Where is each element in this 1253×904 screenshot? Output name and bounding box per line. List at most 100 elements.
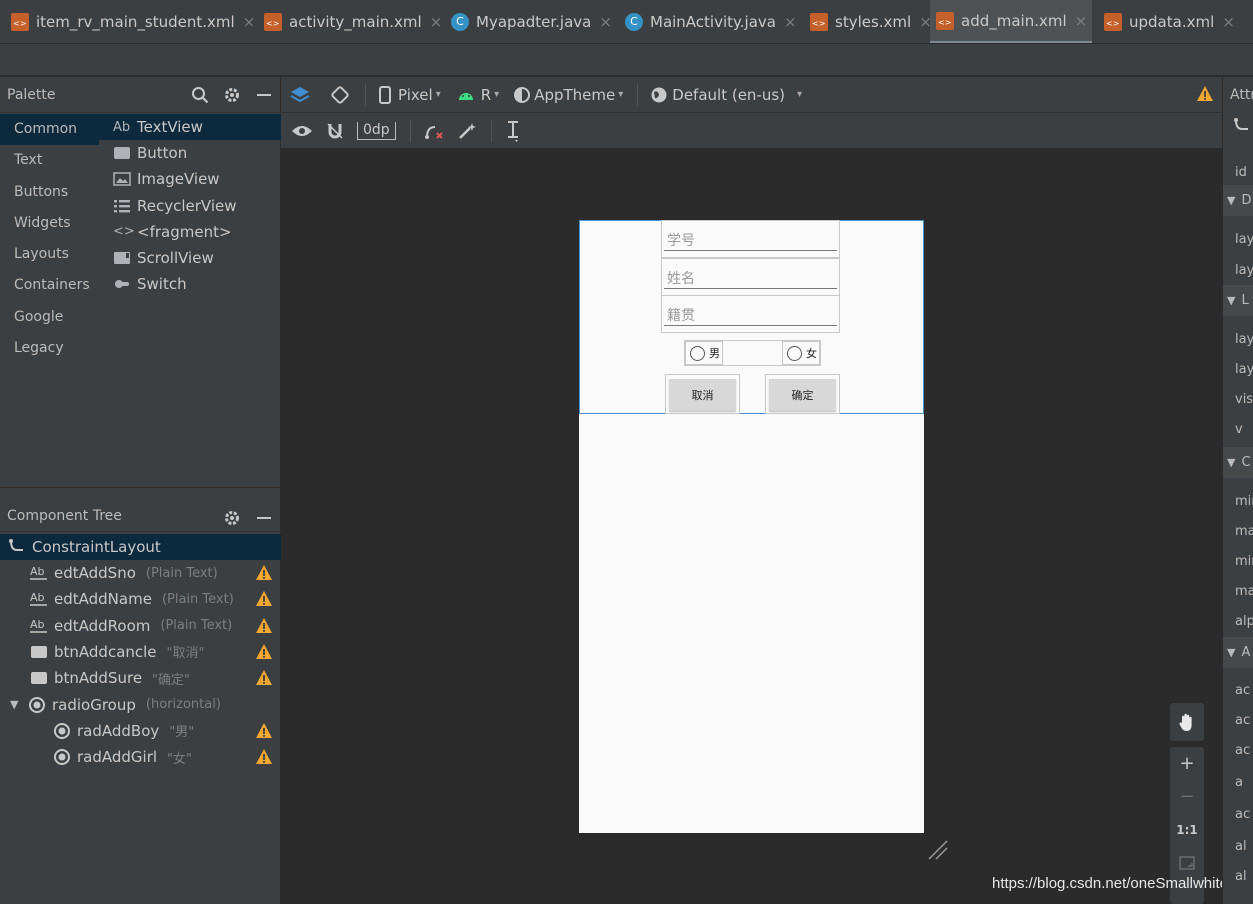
palette-category-common[interactable]: Common xyxy=(0,114,99,146)
locale-selector[interactable]: Default (en-us) ▾ xyxy=(650,86,802,104)
tree-item-btnaddcancle[interactable]: btnAddcancle "取消" xyxy=(0,639,281,665)
gear-icon[interactable] xyxy=(223,509,241,527)
device-selector[interactable]: Pixel ▾ xyxy=(378,85,441,104)
tree-item-edtaddroom[interactable]: Ab edtAddRoom (Plain Text) xyxy=(0,613,281,639)
attribute-section-header[interactable]: ▼ D xyxy=(1223,185,1253,216)
tab-myapadter-java[interactable]: C Myapadter.java × xyxy=(449,0,612,43)
design-canvas[interactable]: 学号 姓名 籍贯 男 女 取消 确定 + − 1:1 xyxy=(281,149,1222,904)
edit-text-room[interactable]: 籍贯 xyxy=(661,295,840,333)
warning-icon[interactable] xyxy=(255,643,273,660)
attribute-row[interactable]: v xyxy=(1235,422,1243,437)
warning-icon[interactable] xyxy=(255,722,273,739)
eye-icon[interactable] xyxy=(291,123,313,139)
guidelines-icon[interactable] xyxy=(504,120,522,142)
expand-arrow-icon[interactable]: ▼ xyxy=(10,698,24,711)
pan-hand-icon[interactable] xyxy=(1170,703,1204,741)
attribute-row[interactable]: id xyxy=(1235,165,1247,180)
palette-category-buttons[interactable]: Buttons xyxy=(0,177,99,208)
close-icon[interactable]: × xyxy=(784,13,797,31)
attribute-section-header[interactable]: ▼ A xyxy=(1223,637,1253,668)
tree-item-btnaddsure[interactable]: btnAddSure "确定" xyxy=(0,665,281,691)
radio-boy[interactable]: 男 xyxy=(685,341,723,365)
zoom-out-icon[interactable]: − xyxy=(1170,780,1204,813)
tab-mainactivity-java[interactable]: C MainActivity.java × xyxy=(623,0,799,43)
tree-item-radaddboy[interactable]: radAddBoy "男" xyxy=(0,718,281,744)
warning-icon[interactable] xyxy=(255,590,273,607)
zoom-in-icon[interactable]: + xyxy=(1170,747,1204,780)
attribute-row[interactable]: mir xyxy=(1235,554,1253,569)
attribute-row[interactable]: visi xyxy=(1235,392,1253,407)
attribute-row[interactable]: al xyxy=(1235,869,1247,884)
gear-icon[interactable] xyxy=(223,86,241,104)
edit-text-name[interactable]: 姓名 xyxy=(661,258,840,296)
minimize-icon[interactable] xyxy=(255,509,273,527)
attribute-row[interactable]: lay xyxy=(1235,263,1253,278)
attribute-row[interactable]: al xyxy=(1235,839,1247,854)
attribute-section-header[interactable]: ▼ C xyxy=(1223,447,1253,478)
orientation-icon[interactable] xyxy=(329,84,351,106)
warning-icon[interactable] xyxy=(1196,85,1214,106)
default-margin-field[interactable]: 0dp xyxy=(357,121,396,140)
resize-handle-icon[interactable] xyxy=(927,839,949,861)
palette-widget-scrollview[interactable]: ScrollView xyxy=(99,245,281,271)
tree-item-radaddgirl[interactable]: radAddGirl "女" xyxy=(0,744,281,770)
attribute-row[interactable]: lay xyxy=(1235,362,1253,377)
tab-styles-xml[interactable]: styles.xml× xyxy=(808,0,932,43)
tab-updata-xml[interactable]: updata.xml × xyxy=(1102,0,1253,43)
close-icon[interactable]: × xyxy=(430,13,443,31)
magnet-icon[interactable] xyxy=(325,121,345,141)
palette-category-google[interactable]: Google xyxy=(0,302,99,333)
palette-category-widgets[interactable]: Widgets xyxy=(0,208,99,239)
tab-activity_main-xml[interactable]: activity_main.xml × xyxy=(262,0,442,43)
attribute-row[interactable]: alp xyxy=(1235,614,1253,629)
close-icon[interactable]: × xyxy=(1075,12,1088,30)
attribute-row[interactable]: ac xyxy=(1235,683,1250,698)
warning-icon[interactable] xyxy=(255,564,273,581)
tab-item_rv_main_student-xml[interactable]: item_rv_main_student.xml × xyxy=(9,0,256,43)
palette-widget-textview[interactable]: Ab TextView xyxy=(99,114,281,141)
layers-icon[interactable] xyxy=(289,84,311,106)
tree-item-constraintlayout[interactable]: ConstraintLayout xyxy=(0,534,281,560)
attribute-row[interactable]: lay xyxy=(1235,332,1253,347)
clear-constraints-icon[interactable] xyxy=(423,121,445,141)
attribute-row[interactable]: ma xyxy=(1235,524,1253,539)
close-icon[interactable]: × xyxy=(599,13,612,31)
tree-item-edtaddsno[interactable]: Ab edtAddSno (Plain Text) xyxy=(0,560,281,586)
attribute-row[interactable]: ac xyxy=(1235,807,1250,822)
device-preview[interactable]: 学号 姓名 籍贯 男 女 取消 确定 xyxy=(579,220,924,833)
attribute-section-header[interactable]: ▼ L xyxy=(1223,285,1253,316)
tab-add_main-xml[interactable]: add_main.xml × xyxy=(930,0,1092,43)
radio-girl[interactable]: 女 xyxy=(782,341,820,365)
radio-group[interactable]: 男 女 xyxy=(684,340,821,366)
cancel-button[interactable]: 取消 xyxy=(669,379,736,411)
close-icon[interactable]: × xyxy=(1222,13,1235,31)
search-icon[interactable] xyxy=(191,86,209,104)
tree-item-edtaddname[interactable]: Ab edtAddName (Plain Text) xyxy=(0,586,281,612)
palette-widget-switch[interactable]: Switch xyxy=(99,271,281,297)
palette-category-containers[interactable]: Containers xyxy=(0,270,99,301)
palette-widget-imageview[interactable]: ImageView xyxy=(99,166,281,192)
palette-widget-recyclerview[interactable]: RecyclerView xyxy=(99,193,281,219)
warning-icon[interactable] xyxy=(255,617,273,634)
attribute-row[interactable]: ac xyxy=(1235,713,1250,728)
attribute-row[interactable]: ma xyxy=(1235,584,1253,599)
attribute-row[interactable]: mir xyxy=(1235,494,1253,509)
theme-selector[interactable]: AppTheme ▾ xyxy=(513,86,623,104)
palette-category-layouts[interactable]: Layouts xyxy=(0,239,99,270)
attribute-row[interactable]: ac xyxy=(1235,743,1250,758)
attribute-row[interactable]: a xyxy=(1235,775,1243,790)
palette-category-text[interactable]: Text xyxy=(0,145,99,176)
zoom-one-to-one[interactable]: 1:1 xyxy=(1170,813,1204,846)
attribute-row[interactable]: lay xyxy=(1235,232,1253,247)
close-icon[interactable]: × xyxy=(243,13,256,31)
confirm-button[interactable]: 确定 xyxy=(769,379,836,411)
api-selector[interactable]: R ▾ xyxy=(457,86,499,104)
palette-category-legacy[interactable]: Legacy xyxy=(0,333,99,364)
minimize-icon[interactable] xyxy=(255,86,273,104)
tree-item-radiogroup[interactable]: ▼ radioGroup (horizontal) xyxy=(0,692,281,718)
infer-constraints-icon[interactable] xyxy=(457,121,477,141)
palette-widget-button[interactable]: Button xyxy=(99,140,281,166)
warning-icon[interactable] xyxy=(255,748,273,765)
warning-icon[interactable] xyxy=(255,669,273,686)
edit-text-sno[interactable]: 学号 xyxy=(661,220,840,258)
